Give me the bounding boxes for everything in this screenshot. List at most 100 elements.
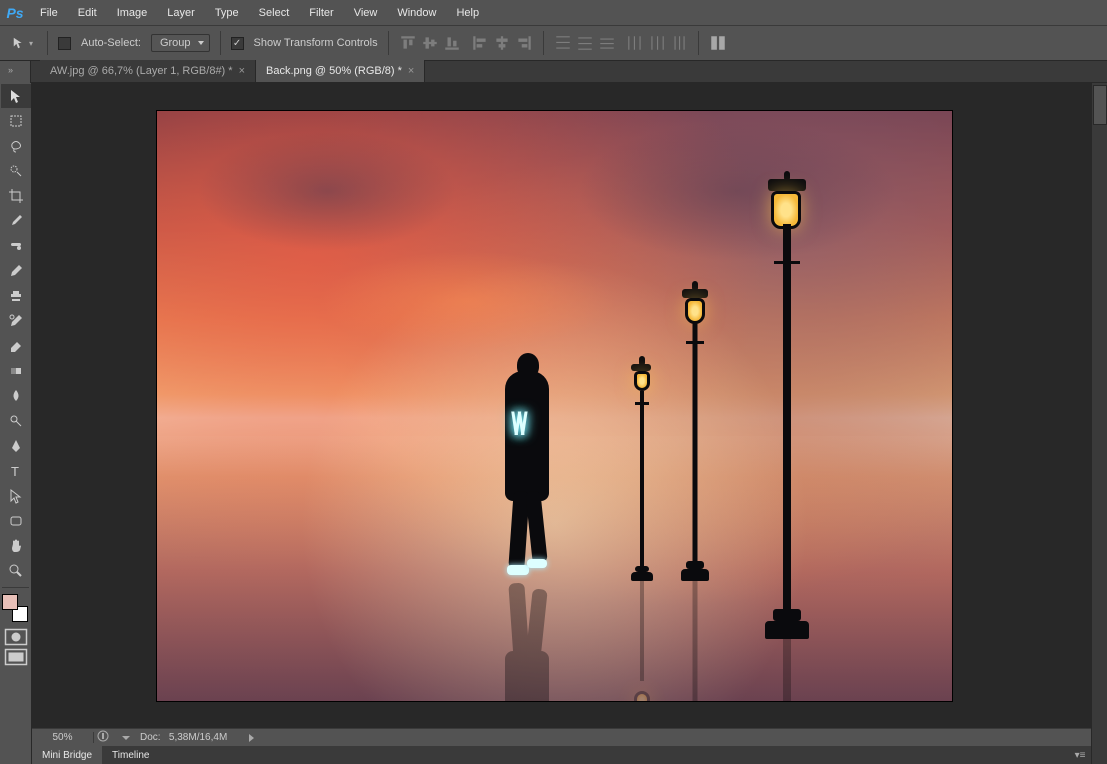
align-group-1	[399, 34, 461, 52]
menu-layer[interactable]: Layer	[157, 0, 205, 25]
zoom-level-field[interactable]: 50%	[32, 732, 94, 743]
menu-filter[interactable]: Filter	[299, 0, 343, 25]
document-info[interactable]: Doc: 5,38M/16,4M	[112, 732, 243, 743]
screen-mode-toggle[interactable]	[4, 648, 28, 666]
auto-select-target-dropdown[interactable]: Group	[151, 34, 210, 52]
cloud	[317, 251, 617, 351]
workspace[interactable]: \/\/ \/\/	[32, 83, 1091, 728]
distribute-group-2	[626, 34, 688, 52]
zoom-tool[interactable]	[1, 559, 31, 583]
menu-file[interactable]: File	[30, 0, 68, 25]
eyedropper-tool[interactable]	[1, 209, 31, 233]
status-bar: 50% Doc: 5,38M/16,4M	[32, 728, 1091, 746]
lamp-reflection	[757, 639, 817, 701]
tab-mini-bridge[interactable]: Mini Bridge	[32, 746, 102, 764]
show-transform-label: Show Transform Controls	[254, 37, 378, 49]
healing-brush-tool[interactable]	[1, 234, 31, 258]
document-tab-bar: » AW.jpg @ 66,7% (Layer 1, RGB/8#) * × B…	[0, 61, 1107, 83]
menu-select[interactable]: Select	[249, 0, 300, 25]
blur-tool[interactable]	[1, 384, 31, 408]
type-tool[interactable]: T	[1, 459, 31, 483]
menu-image[interactable]: Image	[107, 0, 158, 25]
toolbox: T	[0, 83, 32, 764]
menu-edit[interactable]: Edit	[68, 0, 107, 25]
lamp-reflection	[627, 581, 657, 701]
align-left-icon[interactable]	[471, 34, 489, 52]
lamp-reflection	[675, 581, 715, 701]
divider	[220, 31, 221, 55]
right-panel-strip[interactable]	[1091, 83, 1107, 764]
lamp-post-medium	[675, 281, 715, 581]
play-icon[interactable]	[249, 734, 254, 742]
menu-help[interactable]: Help	[446, 0, 489, 25]
lasso-tool[interactable]	[1, 134, 31, 158]
distribute-group-1	[554, 34, 616, 52]
distribute-bottom-icon[interactable]	[598, 34, 616, 52]
close-icon[interactable]: ×	[239, 65, 245, 77]
doc-info-label: Doc:	[140, 732, 161, 743]
document-tab-label: Back.png @ 50% (RGB/8) *	[266, 65, 402, 77]
dodge-tool[interactable]	[1, 409, 31, 433]
quick-mask-toggle[interactable]	[4, 628, 28, 646]
menu-window[interactable]: Window	[387, 0, 446, 25]
align-vcenter-icon[interactable]	[421, 34, 439, 52]
pen-tool[interactable]	[1, 434, 31, 458]
auto-select-checkbox[interactable]	[58, 37, 71, 50]
app-logo[interactable]: Ps	[0, 0, 30, 25]
align-bottom-icon[interactable]	[443, 34, 461, 52]
divider	[388, 31, 389, 55]
show-transform-checkbox[interactable]	[231, 37, 244, 50]
move-tool[interactable]	[1, 84, 31, 108]
distribute-hcenter-icon[interactable]	[648, 34, 666, 52]
align-right-icon[interactable]	[515, 34, 533, 52]
eraser-tool[interactable]	[1, 334, 31, 358]
document-tab-1[interactable]: AW.jpg @ 66,7% (Layer 1, RGB/8#) * ×	[40, 60, 256, 82]
figure-logo: \/\/	[511, 406, 524, 443]
tab-overflow-icon[interactable]: »	[8, 65, 13, 75]
panel-menu-icon[interactable]: ▾≡	[1069, 750, 1091, 761]
current-tool-indicator[interactable]: ▾	[8, 36, 37, 50]
document-canvas[interactable]: \/\/ \/\/	[157, 111, 952, 701]
divider	[2, 587, 29, 588]
svg-text:T: T	[11, 464, 19, 479]
silhouette-figure: \/\/	[487, 371, 567, 581]
lamp-post-small	[627, 356, 657, 581]
distribute-vcenter-icon[interactable]	[576, 34, 594, 52]
align-top-icon[interactable]	[399, 34, 417, 52]
hand-tool[interactable]	[1, 534, 31, 558]
distribute-right-icon[interactable]	[670, 34, 688, 52]
tab-timeline[interactable]: Timeline	[102, 746, 159, 764]
document-tab-2[interactable]: Back.png @ 50% (RGB/8) * ×	[256, 60, 425, 82]
rectangle-tool[interactable]	[1, 509, 31, 533]
close-icon[interactable]: ×	[408, 65, 414, 77]
menu-type[interactable]: Type	[205, 0, 249, 25]
auto-select-label: Auto-Select:	[81, 37, 141, 49]
history-brush-tool[interactable]	[1, 309, 31, 333]
lamp-post-large	[757, 171, 817, 639]
divider	[47, 31, 48, 55]
align-hcenter-icon[interactable]	[493, 34, 511, 52]
quick-select-tool[interactable]	[1, 159, 31, 183]
crop-tool[interactable]	[1, 184, 31, 208]
status-preview-icon[interactable]	[94, 730, 112, 745]
brush-tool[interactable]	[1, 259, 31, 283]
distribute-top-icon[interactable]	[554, 34, 572, 52]
arrange-icon[interactable]	[709, 34, 727, 52]
divider	[698, 31, 699, 55]
foreground-swatch[interactable]	[2, 594, 18, 610]
document-tab-label: AW.jpg @ 66,7% (Layer 1, RGB/8#) *	[50, 65, 233, 77]
cloud	[577, 121, 897, 261]
chevron-down-icon	[122, 736, 130, 740]
panel-expand-handle[interactable]	[1093, 85, 1107, 125]
color-swatches[interactable]	[2, 594, 28, 622]
bottom-panel-tabs: Mini Bridge Timeline ▾≡	[32, 746, 1091, 764]
silhouette-reflection: \/\/	[487, 581, 567, 701]
move-tool-icon	[12, 36, 26, 50]
cloud	[197, 131, 457, 251]
clone-stamp-tool[interactable]	[1, 284, 31, 308]
path-select-tool[interactable]	[1, 484, 31, 508]
menu-view[interactable]: View	[344, 0, 388, 25]
distribute-left-icon[interactable]	[626, 34, 644, 52]
gradient-tool[interactable]	[1, 359, 31, 383]
marquee-tool[interactable]	[1, 109, 31, 133]
